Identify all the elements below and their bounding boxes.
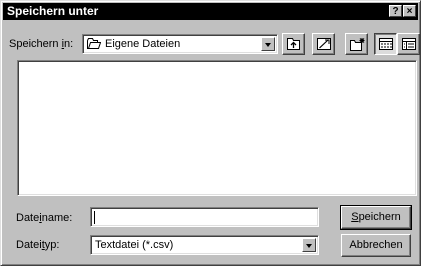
file-type-value: Textdatei (*.csv) — [95, 239, 174, 251]
text-caret — [94, 211, 95, 224]
chevron-down-icon[interactable] — [261, 37, 275, 51]
details-view-button[interactable] — [397, 33, 420, 55]
file-name-input[interactable] — [90, 207, 319, 227]
cancel-button[interactable]: Abbrechen — [341, 234, 411, 257]
file-name-label: Dateiname: — [16, 212, 73, 224]
save-in-dropdown[interactable]: Eigene Dateien — [82, 34, 278, 54]
up-one-level-icon — [287, 38, 300, 50]
file-list[interactable] — [17, 60, 417, 196]
save-button[interactable]: Speichern — [340, 205, 412, 230]
details-view-icon — [402, 38, 416, 50]
list-view-button[interactable] — [374, 33, 397, 55]
file-type-dropdown[interactable]: Textdatei (*.csv) — [90, 235, 319, 255]
new-folder-icon — [350, 38, 365, 51]
file-type-label: Dateityp: — [16, 239, 60, 251]
close-button[interactable]: × — [403, 5, 416, 17]
current-folder: Eigene Dateien — [105, 38, 181, 50]
help-button[interactable]: ? — [389, 5, 402, 17]
save-in-label: Speichern in: — [9, 38, 74, 50]
new-folder-button[interactable] — [345, 33, 368, 55]
desktop-icon — [317, 38, 331, 50]
title-bar[interactable]: Speichern unter ? × — [3, 3, 418, 20]
list-view-icon — [379, 38, 393, 50]
up-one-level-button[interactable] — [282, 33, 305, 55]
window-title: Speichern unter — [7, 4, 99, 18]
desktop-button[interactable] — [312, 33, 335, 55]
chevron-down-icon[interactable] — [302, 238, 316, 252]
save-as-dialog: Speichern unter ? × Speichern in: Eigene… — [0, 0, 421, 266]
open-folder-icon — [87, 38, 101, 49]
